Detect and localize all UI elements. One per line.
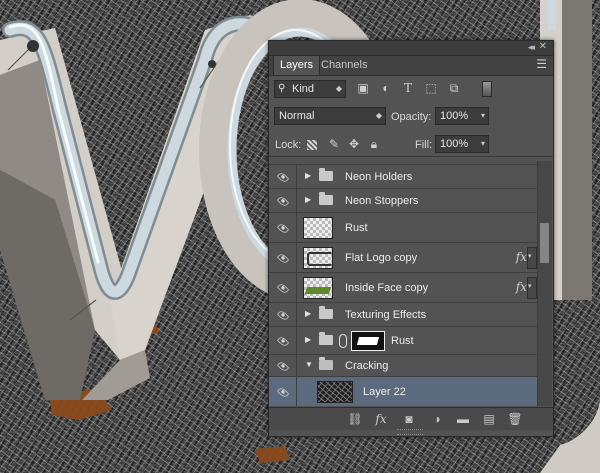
layer-row-group[interactable]: ▶ Texturing Effects [269, 303, 537, 327]
layer-name[interactable]: Neon Holders [345, 170, 412, 184]
layer-name[interactable]: Rust [391, 334, 414, 348]
folder-icon [319, 191, 333, 205]
layer-effects-icon[interactable]: fx [516, 280, 527, 294]
panel-resize-grip[interactable] [397, 429, 423, 435]
chevron-updown-icon: ◆ [375, 111, 382, 120]
panel-tab-bar: Layers Channels ☰ [269, 56, 553, 76]
trash-icon[interactable]: 🗑︎ [507, 411, 523, 427]
panel-title-bar[interactable]: ◂◂ ✕ [269, 41, 553, 56]
layer-name[interactable]: Layer 22 [363, 385, 406, 399]
scrollbar-thumb[interactable] [540, 223, 549, 263]
shape-filter-icon[interactable]: ⬚ [424, 81, 438, 95]
layer-list-scrollbar[interactable] [537, 161, 552, 406]
panel-menu-icon[interactable]: ☰ [536, 57, 547, 71]
blend-mode-select[interactable]: Normal ◆ [274, 107, 386, 125]
layer-mask-thumbnail[interactable] [351, 331, 385, 351]
layer-name[interactable]: Neon Stoppers [345, 194, 418, 208]
layer-filter-row: ⚲ Kind ◆ ▣ ◐ T ⬚ ⧉ [269, 75, 553, 102]
adjustment-filter-icon[interactable]: ◐ [379, 81, 393, 95]
opacity-value: 100% [440, 110, 469, 122]
effects-expand-toggle[interactable] [527, 277, 537, 299]
lock-position-icon[interactable]: ✥ [347, 137, 361, 151]
lock-row: Lock: ✎ ✥ 🔒︎ Fill: 100% ▾ [269, 132, 553, 157]
layer-row[interactable]: Inside Face copy fx [269, 273, 537, 303]
layer-thumbnail [303, 247, 333, 269]
link-layers-icon[interactable]: ⛓︎ [347, 411, 363, 427]
image-filter-icon[interactable]: ▣ [356, 81, 370, 95]
visibility-eye-icon[interactable] [269, 377, 297, 406]
layer-name[interactable]: Cracking [345, 359, 388, 373]
fill-value: 100% [440, 138, 469, 150]
add-mask-icon[interactable]: ◙ [401, 411, 417, 427]
chevron-down-icon[interactable]: ▾ [481, 136, 485, 152]
panel-footer: ⛓︎ fx ◙ ◑ ▬ ▤ 🗑︎ [269, 407, 553, 430]
folder-icon [319, 167, 333, 181]
layer-row[interactable]: Flat Logo copy fx [269, 243, 537, 273]
layer-row-group[interactable]: ▶ Neon Stoppers [269, 189, 537, 213]
layer-thumbnail [303, 217, 333, 239]
layers-panel: ◂◂ ✕ Layers Channels ☰ ⚲ Kind ◆ ▣ ◐ T ⬚ … [268, 40, 554, 437]
fill-label: Fill: [415, 139, 433, 151]
fill-field[interactable]: 100% ▾ [435, 135, 489, 153]
visibility-eye-icon[interactable] [269, 189, 297, 212]
expand-arrow-icon[interactable]: ▶ [305, 195, 311, 204]
chevron-down-icon[interactable]: ▾ [481, 108, 485, 124]
visibility-eye-icon[interactable] [269, 303, 297, 326]
layer-row-selected[interactable]: Layer 22 [269, 377, 537, 406]
layer-name[interactable]: Inside Face copy [345, 281, 428, 295]
visibility-eye-icon[interactable] [269, 355, 297, 376]
layer-row-group[interactable]: ▶ Rust [269, 327, 537, 355]
layer-thumbnail [303, 277, 333, 299]
visibility-eye-icon[interactable] [269, 273, 297, 302]
layer-row-group[interactable]: ▶ Neon Holders [269, 165, 537, 189]
lock-all-icon[interactable]: 🔒︎ [367, 137, 381, 151]
chevron-updown-icon: ◆ [335, 84, 342, 93]
folder-open-icon [319, 356, 333, 370]
layer-name[interactable]: Rust [345, 221, 368, 235]
layer-effects-icon[interactable]: fx [516, 250, 527, 264]
tab-channels[interactable]: Channels [315, 56, 373, 75]
type-filter-icon[interactable]: T [401, 81, 415, 95]
layer-name[interactable]: Flat Logo copy [345, 251, 417, 265]
new-layer-icon[interactable]: ▤ [481, 411, 497, 427]
chain-link-icon[interactable] [339, 333, 347, 348]
opacity-field[interactable]: 100% ▾ [435, 107, 489, 125]
collapse-panel-icon[interactable]: ◂◂ [528, 42, 535, 53]
folder-icon [319, 305, 333, 319]
effects-expand-toggle[interactable] [527, 247, 537, 269]
blend-row: Normal ◆ Opacity: 100% ▾ [269, 104, 553, 128]
blend-mode-value: Normal [279, 110, 315, 122]
tab-layers[interactable]: Layers [273, 56, 321, 75]
expand-arrow-icon[interactable]: ▶ [305, 335, 311, 344]
collapse-arrow-icon[interactable]: ▼ [305, 360, 313, 369]
lock-image-pixels-icon[interactable]: ✎ [327, 137, 341, 151]
visibility-eye-icon[interactable] [269, 165, 297, 188]
layer-row[interactable]: Rust [269, 213, 537, 243]
filter-kind-label: Kind [292, 83, 315, 95]
filter-kind-select[interactable]: ⚲ Kind ◆ [274, 80, 346, 98]
folder-icon [319, 331, 333, 345]
lock-label: Lock: [275, 139, 302, 151]
expand-arrow-icon[interactable]: ▶ [305, 309, 311, 318]
opacity-label: Opacity: [391, 111, 432, 123]
add-layer-style-icon[interactable]: fx [373, 411, 389, 427]
lock-transparent-pixels-icon[interactable] [307, 140, 317, 150]
visibility-eye-icon[interactable] [269, 243, 297, 272]
smart-object-filter-icon[interactable]: ⧉ [447, 81, 461, 95]
visibility-eye-icon[interactable] [269, 213, 297, 242]
layer-name[interactable]: Texturing Effects [345, 308, 426, 322]
new-group-icon[interactable]: ▬ [455, 411, 471, 427]
search-icon: ⚲ [278, 83, 286, 94]
layer-row-group[interactable]: ▼ Cracking [269, 355, 537, 377]
visibility-eye-icon[interactable] [269, 327, 297, 354]
layer-thumbnail [317, 381, 353, 403]
expand-arrow-icon[interactable]: ▶ [305, 171, 311, 180]
close-icon[interactable]: ✕ [539, 41, 547, 52]
filter-toggle-switch[interactable] [482, 81, 492, 97]
layer-list: ▶ Neon Holders ▶ Neon Stoppers Rust Flat… [269, 161, 537, 406]
new-adjustment-layer-icon[interactable]: ◑ [429, 411, 445, 427]
